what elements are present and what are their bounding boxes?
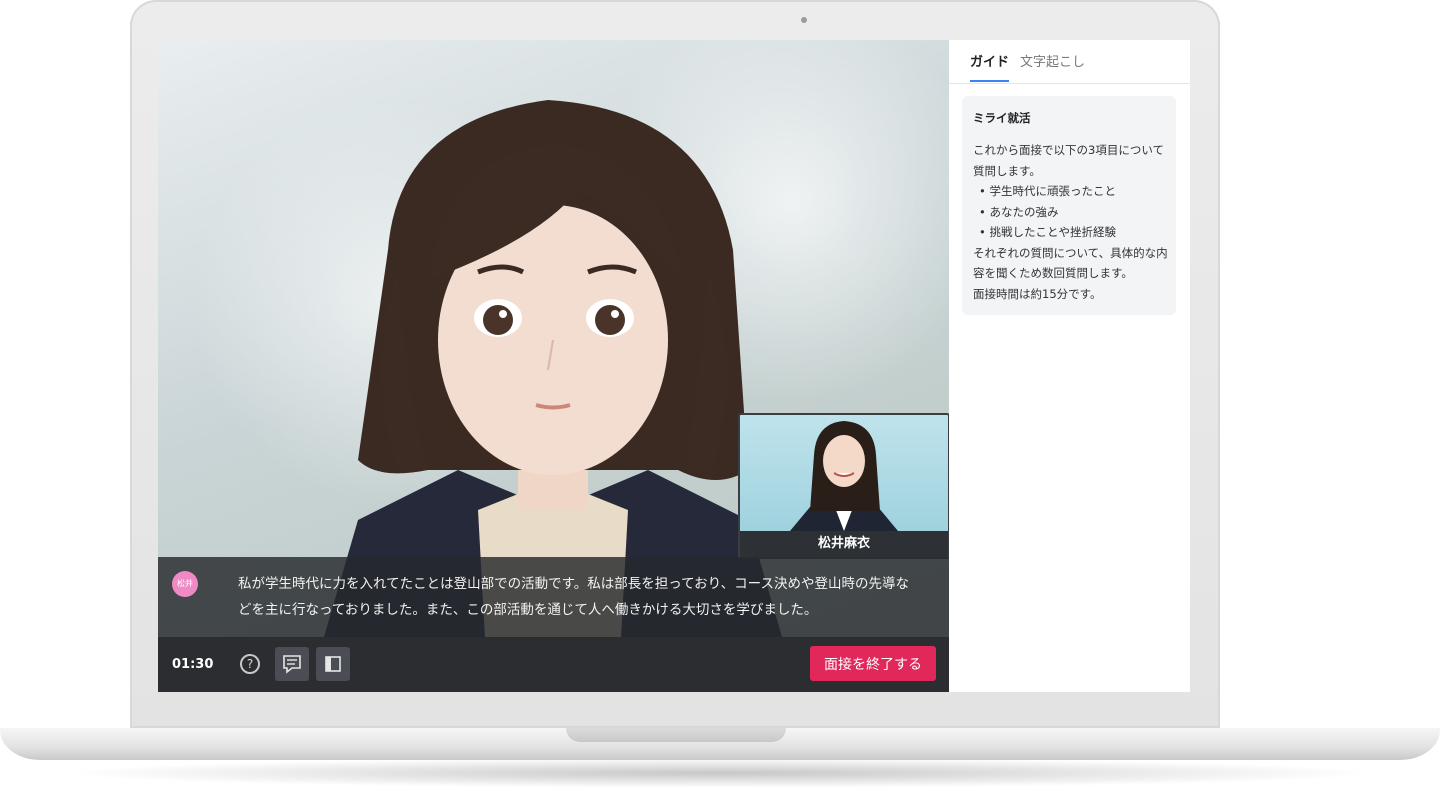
app-screen: 松井麻衣 松井 私が学生時代に力を入れてたことは登山部での活動です。私は部長を担… xyxy=(158,40,1190,692)
panel-tabs: ガイド 文字起こし xyxy=(949,40,1190,84)
tab-guide[interactable]: ガイド xyxy=(970,40,1010,82)
guide-duration: 面接時間は約15分です。 xyxy=(973,286,1102,301)
live-caption: 松井 私が学生時代に力を入れてたことは登山部での活動です。私は部長を担っており、… xyxy=(158,557,949,637)
chat-bubble-icon xyxy=(283,655,301,674)
speaker-avatar: 松井 xyxy=(172,571,198,597)
caption-text: 私が学生時代に力を入れてたことは登山部での活動です。私は部長を担っており、コース… xyxy=(238,576,909,618)
elapsed-timer: 01:30 xyxy=(172,657,214,672)
side-panel-icon xyxy=(325,656,341,672)
self-person xyxy=(790,421,898,531)
laptop-notch xyxy=(566,728,786,742)
guide-item: 挑戦したことや挫折経験 xyxy=(973,222,1169,243)
guide-item: 学生時代に頑張ったこと xyxy=(973,181,1169,202)
guide-title: ミライ就活 xyxy=(973,111,1031,125)
question-circle-icon[interactable]: ? xyxy=(240,654,260,674)
interviewer-video: 松井麻衣 松井 私が学生時代に力を入れてたことは登山部での活動です。私は部長を担… xyxy=(158,40,949,692)
side-panel: ガイド 文字起こし ミライ就活 これから面接で以下の3項目について質問します。 … xyxy=(949,40,1190,692)
guide-card: ミライ就活 これから面接で以下の3項目について質問します。 学生時代に頑張ったこ… xyxy=(962,96,1176,315)
self-video xyxy=(740,415,948,531)
laptop-shadow xyxy=(60,758,1380,788)
guide-intro: これから面接で以下の3項目について質問します。 xyxy=(973,143,1164,178)
self-video-pip[interactable]: 松井麻衣 xyxy=(738,413,949,559)
chat-toggle-button[interactable] xyxy=(275,647,309,681)
participant-name: 松井麻衣 xyxy=(740,531,948,557)
guide-item: あなたの強み xyxy=(973,202,1169,223)
guide-outro: それぞれの質問について、具体的な内容を聞くため数回質問します。 xyxy=(973,245,1168,281)
camera-icon xyxy=(801,17,807,23)
guide-body: これから面接で以下の3項目について質問します。 学生時代に頑張ったこと あなたの… xyxy=(973,140,1169,304)
tab-transcript[interactable]: 文字起こし xyxy=(1020,40,1085,83)
side-panel-toggle-button[interactable] xyxy=(316,647,350,681)
end-interview-button[interactable]: 面接を終了する xyxy=(810,646,936,681)
control-bar: 01:30 ? 面接を終了する xyxy=(158,637,949,692)
